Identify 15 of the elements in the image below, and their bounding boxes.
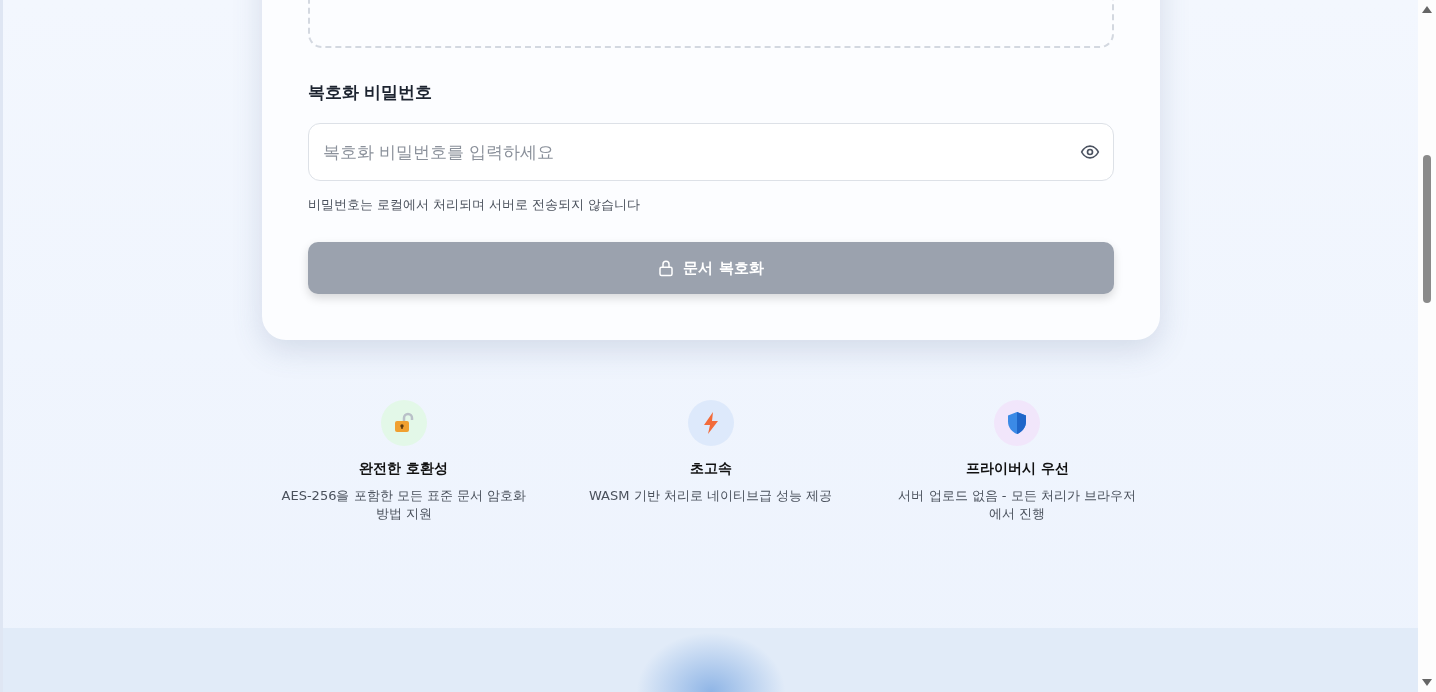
feature-description: AES-256을 포함한 모든 표준 문서 암호화 방법 지원 [280, 487, 528, 524]
feature-title: 완전한 호환성 [359, 459, 449, 478]
feature-description: WASM 기반 처리로 네이티브급 성능 제공 [587, 487, 834, 505]
password-label: 복호화 비밀번호 [307, 81, 434, 104]
scrollbar[interactable] [1418, 0, 1436, 692]
scroll-down-icon[interactable] [1422, 679, 1432, 686]
password-hint: 비밀번호는 로컬에서 처리되며 서버로 전송되지 않습니다 [307, 195, 642, 214]
lock-icon [657, 259, 676, 277]
password-field[interactable]: 복호화 비밀번호를 입력하세요 [307, 122, 1114, 181]
scroll-thumb[interactable] [1423, 155, 1431, 303]
feature-title: 초고속 [689, 459, 732, 478]
feature-description: 서버 업로드 없음 - 모든 처리가 브라우저에서 진행 [897, 487, 1137, 524]
shield-icon [1006, 411, 1029, 435]
feature-title: 프라이버시 우선 [965, 459, 1069, 478]
scroll-up-icon[interactable] [1422, 6, 1432, 13]
